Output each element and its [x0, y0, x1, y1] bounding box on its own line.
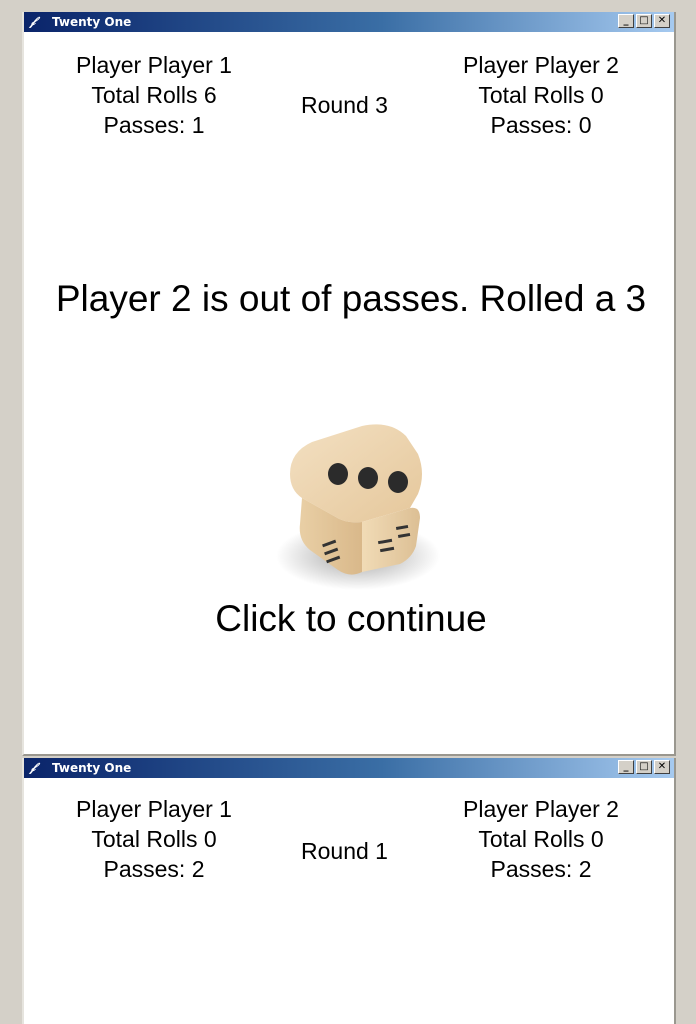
close-button[interactable]: ✕ [654, 760, 670, 774]
player-2-passes: Passes: 2 [490, 856, 592, 882]
player-2-passes: Passes: 0 [490, 112, 592, 138]
die-image[interactable] [250, 394, 450, 604]
die-pip [388, 471, 408, 493]
player-1-name: Player Player 1 [76, 52, 232, 78]
player-2-name: Player Player 2 [463, 52, 619, 78]
title-bar[interactable]: 𝒻 Twenty One _ □ ✕ [24, 12, 674, 32]
minimize-button[interactable]: _ [618, 14, 634, 28]
player-1-passes: Passes: 2 [103, 856, 205, 882]
game-window-1: 𝒻 Twenty One _ □ ✕ Player Player 1 Total… [22, 12, 676, 756]
player-1-total-rolls: Total Rolls 6 [91, 82, 217, 108]
player-2-stats: Player Player 2 Total Rolls 0 Passes: 2 [416, 794, 666, 884]
die-pip [358, 467, 378, 489]
game-window-2: 𝒻 Twenty One _ □ ✕ Player Player 1 Total… [22, 758, 676, 1024]
close-button[interactable]: ✕ [654, 14, 670, 28]
player-1-stats: Player Player 1 Total Rolls 6 Passes: 1 [24, 50, 284, 140]
status-message: Player 2 is out of passes. Rolled a 3 [55, 278, 647, 319]
player-1-total-rolls: Total Rolls 0 [91, 826, 217, 852]
round-label: Round 1 [301, 838, 388, 864]
continue-prompt[interactable]: Click to continue [24, 598, 674, 640]
feather-icon: 𝒻 [30, 14, 36, 28]
player-1-stats: Player Player 1 Total Rolls 0 Passes: 2 [24, 794, 284, 884]
player-2-total-rolls: Total Rolls 0 [478, 826, 604, 852]
player-1-name: Player Player 1 [76, 796, 232, 822]
die-pip [328, 463, 348, 485]
window-title: Twenty One [52, 761, 132, 775]
maximize-button[interactable]: □ [636, 760, 652, 774]
player-1-passes: Passes: 1 [103, 112, 205, 138]
window-title: Twenty One [52, 15, 132, 29]
minimize-button[interactable]: _ [618, 760, 634, 774]
player-2-stats: Player Player 2 Total Rolls 0 Passes: 0 [416, 50, 666, 140]
feather-icon: 𝒻 [30, 760, 36, 774]
round-label: Round 3 [301, 92, 388, 118]
player-2-total-rolls: Total Rolls 0 [478, 82, 604, 108]
player-2-name: Player Player 2 [463, 796, 619, 822]
maximize-button[interactable]: □ [636, 14, 652, 28]
title-bar[interactable]: 𝒻 Twenty One _ □ ✕ [24, 758, 674, 778]
